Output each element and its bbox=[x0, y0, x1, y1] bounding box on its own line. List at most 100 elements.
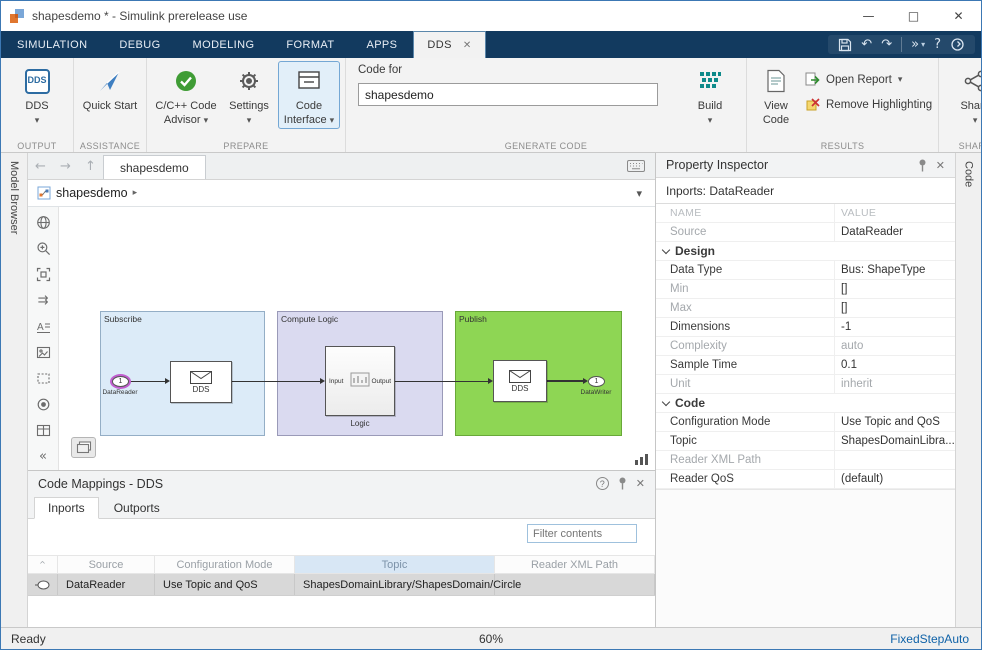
dds-output-button[interactable]: DDS DDS ▾ bbox=[7, 62, 67, 128]
property-row-source: Source DataReader bbox=[656, 223, 955, 242]
signal-wire[interactable] bbox=[547, 380, 583, 382]
close-button[interactable]: ✕ bbox=[936, 1, 981, 31]
subscribe-dds-block[interactable]: DDS bbox=[170, 361, 232, 403]
quick-start-icon bbox=[94, 66, 126, 96]
signal-wire[interactable] bbox=[129, 381, 165, 382]
column-topic[interactable]: Topic bbox=[295, 556, 495, 573]
tab-debug[interactable]: DEBUG bbox=[103, 31, 176, 58]
tab-dds[interactable]: DDS ✕ bbox=[413, 31, 486, 58]
tab-apps[interactable]: APPS bbox=[350, 31, 413, 58]
zoom-in-icon[interactable] bbox=[34, 239, 52, 257]
code-advisor-button[interactable]: C/C++ Code Advisor ▾ bbox=[153, 62, 219, 128]
redo-icon[interactable]: ↷ bbox=[881, 38, 892, 51]
logic-block-label: Logic bbox=[350, 419, 370, 428]
breadcrumb-item[interactable]: shapesdemo bbox=[56, 186, 128, 200]
section-label-share: SHARE bbox=[958, 141, 981, 151]
keyboard-icon[interactable] bbox=[627, 160, 645, 172]
tab-inports[interactable]: Inports bbox=[34, 497, 99, 519]
section-label-assistance: ASSISTANCE bbox=[79, 141, 141, 151]
property-row-topic: Topic ShapesDomainLibra... bbox=[656, 432, 955, 451]
code-mappings-title: Code Mappings - DDS bbox=[38, 476, 164, 491]
ribbon: DDS DDS ▾ OUTPUT Quick Start ASSISTANCE C… bbox=[1, 58, 981, 153]
solver-link[interactable]: FixedStepAuto bbox=[890, 632, 981, 646]
sync-icon[interactable] bbox=[950, 37, 965, 52]
code-pane-strip[interactable]: Code bbox=[955, 153, 981, 627]
open-report-button[interactable]: Open Report ▾ bbox=[805, 72, 932, 87]
settings-button[interactable]: Settings ▾ bbox=[219, 62, 279, 128]
pin-icon[interactable] bbox=[918, 159, 927, 172]
table-row-datareader[interactable]: DataReader Use Topic and QoS ShapesDomai… bbox=[28, 574, 655, 596]
route-icon[interactable]: ⇉ bbox=[34, 291, 52, 309]
code-interface-icon bbox=[293, 66, 325, 96]
breadcrumb-dropdown-icon[interactable]: ▾ bbox=[636, 187, 646, 200]
area-icon[interactable] bbox=[34, 369, 52, 387]
model-canvas[interactable]: Subscribe Compute Logic Publish 1 DataRe… bbox=[59, 207, 655, 470]
envelope-icon bbox=[509, 369, 531, 383]
signal-wire[interactable] bbox=[395, 381, 488, 382]
section-label-prepare: PREPARE bbox=[223, 141, 269, 151]
maximize-button[interactable]: □ bbox=[891, 1, 936, 31]
signal-wire[interactable] bbox=[232, 381, 320, 382]
help-icon[interactable]: ? bbox=[934, 38, 941, 51]
up-button[interactable]: ↑ bbox=[78, 153, 103, 179]
viewmarks-button[interactable] bbox=[71, 437, 96, 458]
close-panel-icon[interactable]: ✕ bbox=[636, 477, 645, 490]
minimize-button[interactable]: — bbox=[846, 1, 891, 31]
design-section-row[interactable]: Design bbox=[656, 242, 955, 261]
publish-area-label: Publish bbox=[459, 314, 487, 324]
document-tab-shapesdemo[interactable]: shapesdemo bbox=[103, 155, 206, 179]
code-for-input[interactable] bbox=[358, 83, 658, 106]
save-icon[interactable] bbox=[838, 38, 852, 52]
tab-close-icon[interactable]: ✕ bbox=[463, 40, 472, 51]
dds-icon: DDS bbox=[24, 68, 50, 94]
canvas-resize-grip[interactable] bbox=[635, 454, 648, 465]
collapse-icon[interactable]: « bbox=[34, 447, 52, 465]
view-code-button[interactable]: View Code bbox=[753, 62, 799, 128]
close-panel-icon[interactable]: ✕ bbox=[936, 159, 945, 172]
simulink-window: shapesdemo * - Simulink prerelease use —… bbox=[0, 0, 982, 650]
datareader-port[interactable]: 1 bbox=[112, 376, 129, 387]
model-browser-strip[interactable]: Model Browser bbox=[1, 153, 28, 627]
datawriter-port[interactable]: 1 bbox=[588, 376, 605, 387]
annotation-icon[interactable]: A bbox=[34, 317, 52, 335]
viewmark-icon[interactable] bbox=[34, 395, 52, 413]
property-row-unit: Unit inherit bbox=[656, 375, 955, 394]
code-mappings-panel: Code Mappings - DDS ? ✕ Inports Outports bbox=[28, 470, 655, 627]
fit-to-view-icon[interactable] bbox=[34, 265, 52, 283]
forward-button[interactable]: → bbox=[53, 153, 78, 179]
back-button[interactable]: ← bbox=[28, 153, 53, 179]
explorer-icon[interactable] bbox=[34, 213, 52, 231]
compute-logic-area-label: Compute Logic bbox=[281, 314, 339, 324]
sort-icon[interactable]: ^ bbox=[39, 560, 46, 569]
image-icon[interactable] bbox=[34, 343, 52, 361]
tab-format[interactable]: FORMAT bbox=[270, 31, 350, 58]
column-reader-xml-path[interactable]: Reader XML Path bbox=[495, 556, 655, 573]
code-interface-button[interactable]: Code Interface ▾ bbox=[278, 61, 340, 129]
logic-block[interactable]: Input Output bbox=[325, 346, 395, 416]
build-button[interactable]: Build ▾ bbox=[680, 62, 740, 128]
tab-dds-label: DDS bbox=[427, 39, 452, 51]
column-source[interactable]: Source bbox=[58, 556, 155, 573]
section-label-results: RESULTS bbox=[820, 141, 865, 151]
column-configuration-mode[interactable]: Configuration Mode bbox=[155, 556, 295, 573]
quick-start-button[interactable]: Quick Start bbox=[80, 62, 140, 114]
publish-dds-block[interactable]: DDS bbox=[493, 360, 547, 402]
filter-contents-input[interactable] bbox=[527, 524, 637, 543]
help-icon[interactable]: ? bbox=[595, 477, 609, 490]
inspector-column-headers: NAME VALUE bbox=[656, 204, 955, 223]
code-section-row[interactable]: Code bbox=[656, 394, 955, 413]
share-button[interactable]: Share▾ bbox=[945, 62, 981, 128]
table-icon[interactable] bbox=[34, 421, 52, 439]
tab-simulation[interactable]: SIMULATION bbox=[1, 31, 103, 58]
tab-outports[interactable]: Outports bbox=[101, 498, 173, 518]
undo-icon[interactable]: ↶ bbox=[861, 38, 872, 51]
section-output: DDS DDS ▾ OUTPUT bbox=[1, 58, 74, 152]
pin-icon[interactable] bbox=[618, 477, 627, 490]
section-label-generate: GENERATE CODE bbox=[504, 141, 588, 151]
toolbar-overflow-icon[interactable]: » ▾ bbox=[911, 38, 925, 51]
tab-modeling[interactable]: MODELING bbox=[177, 31, 271, 58]
property-row-reader-qos: Reader QoS (default) bbox=[656, 470, 955, 489]
canvas-toolbar: ⇉ A « bbox=[28, 207, 59, 470]
inspector-empty-area bbox=[656, 490, 955, 627]
remove-highlighting-button[interactable]: Remove Highlighting bbox=[805, 97, 932, 112]
